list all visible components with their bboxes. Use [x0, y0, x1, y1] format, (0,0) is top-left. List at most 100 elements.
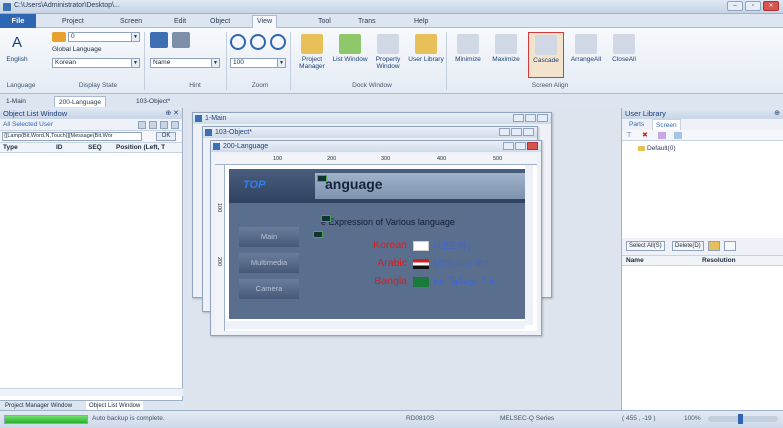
col-resolution[interactable]: Resolution: [702, 256, 736, 266]
tab-1-main[interactable]: 1-Main: [2, 96, 30, 107]
screen-canvas[interactable]: 100 200 300 400 500 100 200 TOP anguage …: [215, 155, 537, 331]
zoom-in-icon[interactable]: [270, 34, 286, 50]
tab-200-language[interactable]: 200-Language: [54, 96, 106, 107]
tool-icon[interactable]: [138, 121, 146, 129]
ribbon-tabs: File Project Screen Edit Object View Too…: [0, 14, 783, 29]
maximize-icon[interactable]: [525, 114, 536, 122]
close-all-button[interactable]: CloseAll: [606, 32, 642, 78]
tool-icon[interactable]: [171, 121, 179, 129]
image-button[interactable]: [724, 241, 736, 251]
col-type[interactable]: Type: [3, 143, 18, 153]
pin-icon[interactable]: ⊕: [774, 108, 780, 119]
tree-default[interactable]: Default(0): [638, 145, 676, 152]
user-library-title: User Library ⊕: [622, 108, 783, 119]
vertical-ruler: 100 200: [215, 165, 225, 331]
menu-main[interactable]: Main: [239, 227, 299, 247]
arrange-all-button[interactable]: ArrangeAll: [566, 32, 606, 78]
horizontal-scrollbar[interactable]: [0, 388, 183, 396]
close-icon[interactable]: [537, 114, 548, 122]
project-manager-button[interactable]: Project Manager: [294, 32, 330, 78]
select-all-button[interactable]: Select All(S): [626, 241, 665, 251]
cascade-button[interactable]: Cascade: [528, 32, 564, 78]
zoom-out-icon[interactable]: [230, 34, 246, 50]
tool-icon[interactable]: [149, 121, 157, 129]
hint-combo[interactable]: Name ▼: [150, 58, 220, 68]
zoom-icon[interactable]: [250, 34, 266, 50]
close-icon[interactable]: [527, 142, 538, 150]
column-header: Type ID SEQ Position (Left, T: [0, 143, 182, 153]
tab-edit[interactable]: Edit: [170, 16, 190, 28]
arabic-flag-icon: [413, 259, 429, 269]
image-tool-icon[interactable]: [674, 132, 682, 139]
property-window-button[interactable]: Property Window: [370, 32, 406, 78]
list-tool-buttons[interactable]: [138, 121, 179, 129]
window-icon: [213, 143, 220, 150]
english-language-button[interactable]: A English: [2, 32, 32, 78]
filter-input[interactable]: {[Lamp(Bit,Word,N,Touch)][Message(Bit,Wo…: [2, 132, 142, 141]
tab-view[interactable]: View: [252, 15, 278, 29]
col-name[interactable]: Name: [626, 256, 644, 266]
filter-tabs[interactable]: All Selected User: [0, 119, 182, 131]
language-a-icon: A: [11, 34, 22, 51]
restore-window-button[interactable]: ▫: [745, 1, 761, 11]
tab-103-object[interactable]: 103-Object*: [132, 96, 174, 107]
minimize-all-button[interactable]: Minimize: [450, 32, 486, 78]
list-window-icon: [339, 34, 361, 54]
tab-screen[interactable]: Screen: [116, 16, 146, 28]
maximize-icon[interactable]: [511, 128, 522, 136]
object-marker: [313, 231, 323, 238]
zoom-slider[interactable]: [708, 414, 778, 424]
abc-hint-icon[interactable]: [150, 32, 168, 48]
maximize-all-button[interactable]: Maximize: [488, 32, 524, 78]
zoom-slider-knob[interactable]: [738, 414, 743, 424]
menu-camera[interactable]: Camera: [239, 279, 299, 299]
ok-button[interactable]: OK: [156, 132, 176, 141]
window-title: C:\Users\Administrator\Desktop\...: [14, 2, 120, 9]
minimize-window-button[interactable]: –: [727, 1, 743, 11]
close-icon[interactable]: [523, 128, 534, 136]
zoom-combo[interactable]: 100 ▼: [230, 58, 286, 68]
tab-parts[interactable]: Parts: [626, 119, 647, 130]
minimize-icon[interactable]: [499, 128, 510, 136]
folder-button[interactable]: [708, 241, 720, 251]
delete-tool-icon[interactable]: ✖: [642, 131, 648, 139]
pin-tool-icon[interactable]: ⊤: [626, 131, 632, 139]
menu-multimedia[interactable]: Multimedia: [239, 253, 299, 273]
horizontal-ruler: 100 200 300 400 500: [215, 155, 537, 165]
ribbon-separator: [144, 32, 145, 90]
user-library-button[interactable]: User Library: [408, 32, 444, 78]
app-icon: [3, 3, 11, 11]
delete-button[interactable]: Delete(D): [672, 241, 704, 251]
minimize-icon[interactable]: [503, 142, 514, 150]
tab-file[interactable]: File: [0, 14, 36, 28]
window-controls: – ▫ ✕: [727, 1, 779, 11]
tab-object[interactable]: Object: [206, 16, 234, 28]
state-combo[interactable]: 0 ▼: [68, 32, 140, 42]
tab-project[interactable]: Project: [58, 16, 88, 28]
col-seq[interactable]: SEQ: [88, 143, 102, 153]
pin-close-icon[interactable]: ⊕ ✕: [165, 108, 179, 119]
close-window-button[interactable]: ✕: [763, 1, 779, 11]
folder-icon: [638, 145, 645, 151]
object-list-panel: Object List Window ⊕ ✕ All Selected User …: [0, 108, 183, 411]
col-id[interactable]: ID: [56, 143, 63, 153]
tab-trans[interactable]: Trans: [354, 16, 380, 28]
vertical-scrollbar[interactable]: [525, 165, 533, 325]
hmi-screen-preview[interactable]: TOP anguage e Expression of Various lang…: [229, 169, 529, 319]
tab-tool[interactable]: Tool: [314, 16, 335, 28]
zoom-group-label: Zoom: [251, 82, 269, 89]
mdi-area: 1-Main 103-Object* 200-Language 100 200 …: [184, 108, 620, 410]
col-position[interactable]: Position (Left, T: [116, 143, 165, 153]
tool-icon[interactable]: [160, 121, 168, 129]
window-200-language[interactable]: 200-Language 100 200 300 400 500 100 200…: [210, 140, 542, 336]
tab-help[interactable]: Help: [410, 16, 432, 28]
abc-hint-alt-icon[interactable]: [172, 32, 190, 48]
image-tool-icon[interactable]: [658, 132, 666, 139]
zoom-level[interactable]: 100%: [684, 415, 701, 422]
maximize-icon[interactable]: [515, 142, 526, 150]
language-combo[interactable]: Korean ▼: [52, 58, 140, 68]
horizontal-scrollbar[interactable]: [225, 321, 525, 329]
bangladesh-flag-icon: [413, 277, 429, 287]
list-window-button[interactable]: List Window: [332, 32, 368, 78]
minimize-icon[interactable]: [513, 114, 524, 122]
